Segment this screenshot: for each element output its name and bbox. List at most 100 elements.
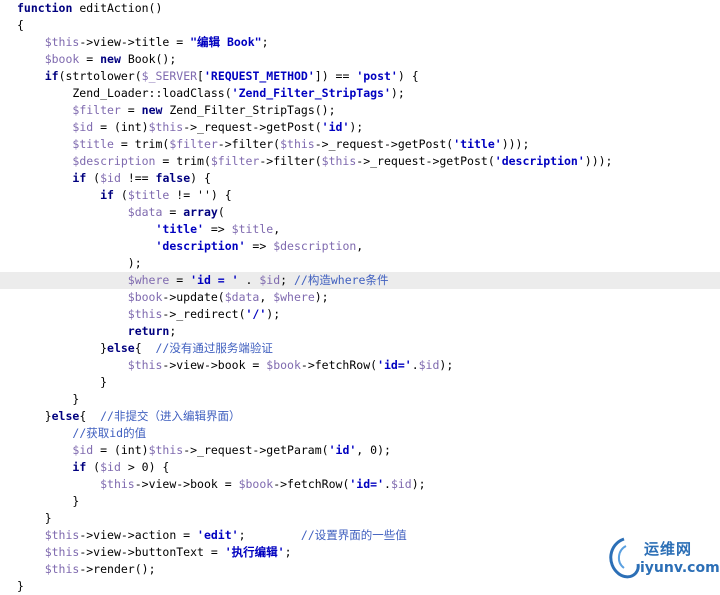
code-editor[interactable]: function editAction() { $this->view->titl… bbox=[0, 0, 720, 595]
code-token: ->view->book = bbox=[134, 477, 239, 491]
code-token: function bbox=[17, 1, 73, 15]
code-token: $description bbox=[72, 154, 156, 168]
code-token: false bbox=[155, 171, 191, 185]
code-token: "编辑 Book" bbox=[190, 35, 262, 49]
code-line: } bbox=[0, 391, 720, 408]
code-token: } bbox=[17, 392, 80, 406]
code-token: , 0); bbox=[356, 443, 391, 457]
code-line: }else{ //非提交（进入编辑界面） bbox=[0, 408, 720, 425]
code-token: ; bbox=[280, 273, 294, 287]
code-token: ->view->action = bbox=[79, 528, 198, 542]
code-token: Book(); bbox=[120, 52, 177, 66]
code-token: else bbox=[107, 341, 135, 355]
code-token: ; bbox=[284, 545, 292, 559]
code-token: $this bbox=[44, 528, 80, 542]
code-token: } bbox=[17, 341, 108, 355]
code-token: 'REQUEST_METHOD' bbox=[203, 69, 315, 83]
code-token: $_SERVER bbox=[141, 69, 198, 83]
swirl-logo-icon bbox=[609, 537, 640, 579]
code-token: 'description' bbox=[155, 239, 246, 253]
code-line: } bbox=[0, 374, 720, 391]
code-token: ))); bbox=[501, 137, 530, 151]
code-token: $this bbox=[44, 545, 80, 559]
code-token: //非提交（进入编辑界面） bbox=[100, 409, 241, 423]
code-token: = bbox=[162, 205, 184, 219]
code-token: 'id=' bbox=[377, 358, 412, 372]
code-line: return; bbox=[0, 323, 720, 340]
code-token: ); bbox=[266, 307, 281, 321]
code-token: $this bbox=[100, 477, 135, 491]
code-token: $where bbox=[127, 273, 170, 287]
code-token: editAction() bbox=[72, 1, 163, 15]
code-token: $title bbox=[127, 188, 170, 202]
code-token: 'id = ' bbox=[190, 273, 239, 287]
code-token: = trim( bbox=[113, 137, 170, 151]
code-line: $this->_redirect('/'); bbox=[0, 306, 720, 323]
code-token: $this bbox=[44, 35, 80, 49]
code-token: ); bbox=[439, 358, 454, 372]
code-token: != '') { bbox=[169, 188, 232, 202]
code-token: $id bbox=[390, 477, 412, 491]
code-token: $this bbox=[321, 154, 357, 168]
code-token: = (int) bbox=[93, 443, 149, 457]
code-token: //获取id的值 bbox=[72, 426, 147, 440]
code-token: { bbox=[79, 409, 101, 423]
code-token: = bbox=[120, 103, 142, 117]
code-line: $this->view->book = $book->fetchRow('id=… bbox=[0, 357, 720, 374]
code-token: $this bbox=[148, 443, 184, 457]
code-token: ))); bbox=[584, 154, 613, 168]
code-token: ); bbox=[411, 477, 426, 491]
code-token: array bbox=[183, 205, 218, 219]
code-line: $book = new Book(); bbox=[0, 51, 720, 68]
code-token: . bbox=[238, 273, 260, 287]
code-token: ->fetchRow( bbox=[273, 477, 350, 491]
code-token: if bbox=[44, 69, 59, 83]
code-token: Zend_Filter_StripTags(); bbox=[162, 103, 336, 117]
code-token: = (int) bbox=[93, 120, 149, 134]
code-line: $description = trim($filter->filter($thi… bbox=[0, 153, 720, 170]
code-token: $this bbox=[44, 562, 80, 576]
code-token: ; bbox=[238, 528, 301, 542]
code-token: } bbox=[17, 409, 52, 423]
code-line: $data = array( bbox=[0, 204, 720, 221]
code-token: $description bbox=[273, 239, 357, 253]
code-token: ); bbox=[390, 86, 405, 100]
code-token: $id bbox=[72, 120, 94, 134]
code-token: => bbox=[203, 222, 232, 236]
code-line: $this->view->title = "编辑 Book"; bbox=[0, 34, 720, 51]
code-token: ->_request->getPost( bbox=[183, 120, 322, 134]
code-line: 'description' => $description, bbox=[0, 238, 720, 255]
code-token: ); bbox=[17, 256, 142, 270]
code-line: $id = (int)$this->_request->getPost('id'… bbox=[0, 119, 720, 136]
code-token: //设置界面的一些值 bbox=[300, 528, 407, 542]
code-token: $where bbox=[273, 290, 315, 304]
code-token: $this bbox=[127, 307, 163, 321]
code-line: } bbox=[0, 493, 720, 510]
code-token: !== bbox=[120, 171, 156, 185]
code-token: $this bbox=[280, 137, 315, 151]
code-token: ) { bbox=[397, 69, 419, 83]
code-token: $id bbox=[100, 171, 121, 185]
code-line: { bbox=[0, 17, 720, 34]
code-line: $where = 'id = ' . $id; //构造where条件 bbox=[0, 272, 720, 289]
code-token: new bbox=[141, 103, 163, 117]
code-token: , bbox=[356, 239, 364, 253]
code-token: $filter bbox=[210, 154, 260, 168]
code-token: ->_request->getPost( bbox=[314, 137, 454, 151]
code-line: Zend_Loader::loadClass('Zend_Filter_Stri… bbox=[0, 85, 720, 102]
code-token: ->_redirect( bbox=[162, 307, 246, 321]
code-line: if(strtolower($_SERVER['REQUEST_METHOD']… bbox=[0, 68, 720, 85]
code-token: = bbox=[79, 52, 101, 66]
code-token: $title bbox=[231, 222, 274, 236]
code-token: '/' bbox=[245, 307, 267, 321]
code-token: ); bbox=[314, 290, 329, 304]
